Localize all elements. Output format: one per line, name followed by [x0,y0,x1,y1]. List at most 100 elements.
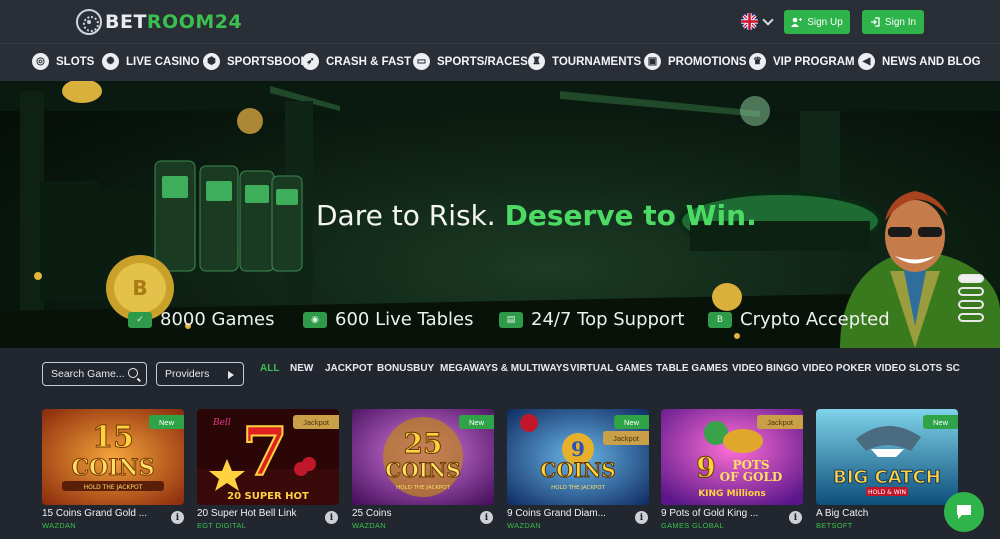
nav-label: LIVE CASINO [126,55,200,68]
providers-dropdown[interactable]: Providers [156,362,244,386]
category-tab-new[interactable]: NEW [290,363,313,374]
gift-icon: ▣ [644,53,661,70]
nav-item-live-casino[interactable]: ✺ LIVE CASINO [102,53,199,70]
game-card-9-pots-of-gold[interactable]: 9 POTS OF GOLD KING Millions Jackpot [661,409,803,505]
slide-dot-2[interactable] [958,287,984,296]
nav-label: SPORTSBOOK [227,55,309,68]
search-icon [128,368,138,378]
nav-item-sports-races[interactable]: ▭ SPORTS/RACES [413,53,528,70]
svg-text:COINS: COINS [385,458,460,482]
nav-label: CRASH & FAST [326,55,411,68]
game-title[interactable]: 15 Coins Grand Gold ... [42,508,147,519]
search-placeholder: Search Game... [51,368,125,380]
nav-item-news-blog[interactable]: ◀ NEWS AND BLOG [858,53,981,70]
info-icon[interactable]: i [635,511,648,524]
svg-text:KING Millions: KING Millions [698,489,766,499]
rocket-icon: ➶ [302,53,319,70]
game-provider: GAMES GLOBAL [661,521,724,530]
nav-item-vip-program[interactable]: ♛ VIP PROGRAM [749,53,855,70]
hero-banner[interactable]: B Dare to Risk. Deserve to Win. ✓ 8000 Ga… [0,81,1000,348]
slide-dot-3[interactable] [958,300,984,309]
main-navigation: ◎ SLOTS ✺ LIVE CASINO ⬢ SPORTSBOOK ➶ CRASH &… [0,43,1000,81]
svg-text:HOLD & WIN: HOLD & WIN [868,489,906,496]
sign-in-icon [870,17,880,27]
category-tab-video-bingo[interactable]: VIDEO BINGO [732,363,799,374]
soccer-ball-icon: ⬢ [203,53,220,70]
info-icon[interactable]: i [325,511,338,524]
sign-in-label: Sign In [884,16,917,28]
game-card-15-coins[interactable]: 15 COINS HOLD THE JACKPOT New [42,409,184,505]
logo-suffix: ROOM24 [146,11,243,33]
svg-text:HOLD THE JACKPOT: HOLD THE JACKPOT [551,485,606,491]
game-card-a-big-catch[interactable]: BIG CATCH HOLD & WIN New [816,409,958,505]
nav-item-crash-fast[interactable]: ➶ CRASH & FAST [302,53,411,70]
category-tab-table-games[interactable]: TABLE GAMES [656,363,728,374]
headline-highlight: Deserve to Win. [504,199,757,232]
nav-label: VIP PROGRAM [773,55,855,68]
language-selector[interactable] [741,13,774,30]
chevron-down-icon [762,13,774,26]
game-provider: BETSOFT [816,521,853,530]
category-tab-video-poker[interactable]: VIDEO POKER [802,363,871,374]
svg-text:COINS: COINS [540,458,615,482]
new-badge: New [148,415,184,429]
check-circle-icon: ✓ [128,311,152,328]
feature-support: ▤ 24/7 Top Support [499,309,684,330]
logo-text: BETROOM24 [105,11,242,33]
betroom24-logo[interactable]: BETROOM24 [76,8,242,36]
sign-in-button[interactable]: Sign In [862,10,924,34]
game-title[interactable]: 9 Pots of Gold King ... [661,508,758,519]
game-provider: WAZDAN [507,521,542,530]
vr-goggles-icon: ▭ [413,53,430,70]
game-title[interactable]: 20 Super Hot Bell Link [197,508,297,519]
nav-item-sportsbook[interactable]: ⬢ SPORTSBOOK [203,53,309,70]
nav-item-promotions[interactable]: ▣ PROMOTIONS [644,53,747,70]
category-tab-megaways[interactable]: MEGAWAYS & MULTIWAYS [440,363,569,374]
info-icon[interactable]: i [171,511,184,524]
svg-text:OF GOLD: OF GOLD [720,470,783,484]
svg-text:7: 7 [242,413,288,491]
info-icon[interactable]: i [480,511,493,524]
new-badge: New [922,415,958,429]
category-tab-jackpot[interactable]: JACKPOT [325,363,373,374]
chip-icon: ◉ [303,311,327,328]
jackpot-badge: Jackpot [603,431,649,445]
slide-dot-4[interactable] [958,313,984,322]
game-card-25-coins[interactable]: 25 COINS HOLD THE JACKPOT New [352,409,494,505]
bitcoin-icon: B [708,311,732,328]
uk-flag-icon [741,13,758,30]
nav-item-tournaments[interactable]: ♜ TOURNAMENTS [528,53,641,70]
game-card-9-coins[interactable]: 9 COINS HOLD THE JACKPOT New Jackpot [507,409,649,505]
chat-bubble-icon: ▤ [499,311,523,328]
hero-headline: Dare to Risk. Deserve to Win. [316,199,757,232]
game-title[interactable]: 25 Coins [352,508,391,519]
category-tab-sc[interactable]: SC [946,363,960,374]
svg-text:25: 25 [404,427,443,460]
feature-crypto: B Crypto Accepted [708,309,890,330]
nav-item-slots[interactable]: ◎ SLOTS [32,53,94,70]
svg-text:HOLD THE JACKPOT: HOLD THE JACKPOT [84,484,143,491]
slide-dot-1[interactable] [958,274,984,283]
info-icon[interactable]: i [789,511,802,524]
chevron-right-icon [228,371,234,379]
svg-text:15: 15 [92,420,134,455]
feature-live-tables: ◉ 600 Live Tables [303,309,473,330]
game-title[interactable]: 9 Coins Grand Diam... [507,508,606,519]
game-card-20-super-hot[interactable]: 7 20 SUPER HOT Bell Jackpot [197,409,339,505]
slide-indicators [958,274,984,322]
category-tab-bonusbuy[interactable]: BONUSBUY [377,363,434,374]
category-tab-video-slots[interactable]: VIDEO SLOTS [875,363,942,374]
chat-icon [957,505,971,519]
game-title[interactable]: A Big Catch [816,508,868,519]
game-provider: EGT DIGITAL [197,521,247,530]
megaphone-icon: ◀ [858,53,875,70]
sign-up-button[interactable]: Sign Up [784,10,850,34]
game-provider: WAZDAN [42,521,77,530]
search-games-input[interactable]: Search Game... [42,362,147,386]
category-tab-all[interactable]: ALL [260,363,279,374]
svg-text:BIG CATCH: BIG CATCH [833,467,941,488]
category-tab-virtual-games[interactable]: VIRTUAL GAMES [570,363,653,374]
jackpot-badge: Jackpot [757,415,803,429]
live-chat-button[interactable] [944,492,984,532]
top-header: BETROOM24 Sign Up Sign In [0,0,1000,43]
